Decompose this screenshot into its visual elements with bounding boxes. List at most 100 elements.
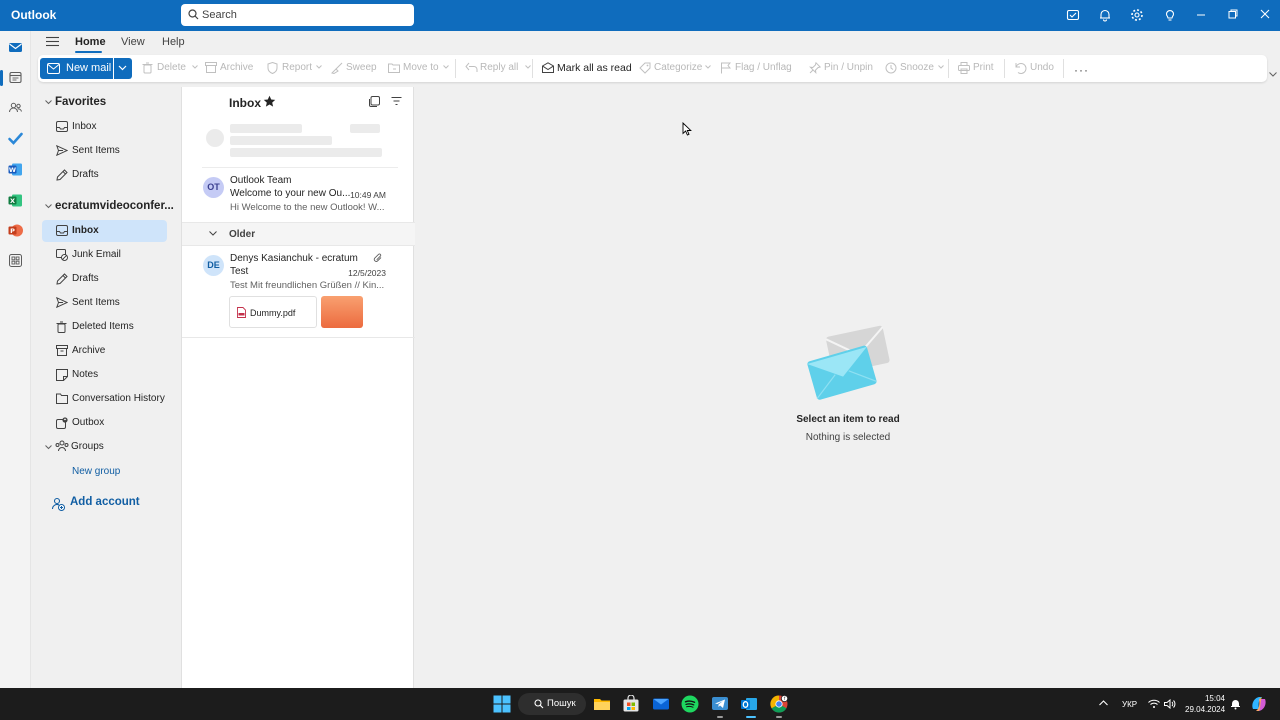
todo-icon[interactable] [7,130,24,147]
outlook-taskbar-icon[interactable] [740,695,758,713]
new-mail-button[interactable]: New mail [40,58,113,79]
sweep-label: Sweep [346,62,377,73]
spotify-icon[interactable] [681,695,699,713]
folder-pane: Favorites Inbox Sent Items Drafts ecratu… [31,87,180,688]
folder-label: Archive [72,345,106,356]
reply-all-button[interactable]: Reply all [465,61,531,77]
taskbar-clock[interactable]: 15:04 29.04.2024 [1185,693,1225,715]
tab-home[interactable]: Home [75,36,106,48]
outbox-icon [56,417,68,429]
chrome-icon[interactable]: f [770,695,788,713]
mail-read-icon [542,62,554,73]
envelopes-illustration [805,323,891,403]
folder-deleted-items[interactable]: Deleted Items [42,316,167,338]
undo-button[interactable]: Undo [1015,61,1055,77]
excel-icon[interactable]: X [7,192,24,209]
keyboard-language[interactable]: УКР [1122,700,1137,709]
gear-icon[interactable] [1130,8,1146,24]
tab-underline [75,51,102,53]
copilot-icon[interactable] [1250,695,1268,713]
archive-button[interactable]: Archive [205,61,257,77]
mark-all-read-button[interactable]: Mark all as read [542,61,632,77]
bell-icon[interactable] [1098,8,1114,24]
my-day-icon[interactable] [1066,8,1082,24]
toolbar-separator [532,59,533,78]
favorite-sent-items[interactable]: Sent Items [42,140,167,162]
restore-icon[interactable] [1227,8,1243,24]
store-icon[interactable] [622,695,640,713]
favorite-drafts[interactable]: Drafts [42,164,167,186]
delete-label: Delete [157,62,186,73]
more-options-button[interactable]: ··· [1074,63,1089,77]
folder-junk-email[interactable]: Junk Email [42,244,167,266]
message-subject: Test [230,266,249,277]
filter-icon[interactable] [391,96,402,106]
avatar: OT [203,177,224,198]
pdf-icon [237,307,246,318]
mail-app-icon[interactable] [652,695,670,713]
folder-conversation-history[interactable]: Conversation History [42,388,167,410]
folder-notes[interactable]: Notes [42,364,167,386]
attachment-card[interactable]: Dummy.pdf [229,296,317,328]
telegram-icon[interactable] [711,695,729,713]
folder-label: Inbox [72,225,99,236]
older-group-header[interactable]: Older [182,222,415,246]
image-attachment-thumbnail[interactable] [321,296,363,328]
report-button[interactable]: Report [267,61,323,77]
powerpoint-icon[interactable]: P [7,222,24,239]
send-icon [56,297,68,308]
message-list: Inbox OT Outlook Team Welcome to your ne… [181,87,415,688]
pin-button[interactable]: Pin / Unpin [809,61,873,77]
app-title: Outlook [11,8,57,22]
windows-start-icon[interactable] [493,695,511,713]
folder-label: Drafts [72,273,99,284]
select-mode-icon[interactable] [369,96,380,107]
skeleton-line [350,124,380,133]
svg-text:P: P [10,227,15,235]
calendar-icon[interactable] [7,69,24,86]
taskbar-search[interactable]: Пошук [518,693,586,715]
snooze-button[interactable]: Snooze [885,61,945,77]
categorize-button[interactable]: Categorize [639,61,711,77]
folder-archive[interactable]: Archive [42,340,167,362]
people-icon[interactable] [7,99,24,116]
close-icon[interactable] [1259,8,1275,24]
tag-icon [639,62,651,74]
tab-help[interactable]: Help [162,36,185,48]
wifi-icon[interactable] [1148,699,1160,709]
folder-inbox[interactable]: Inbox [42,220,167,242]
folder-sent-items[interactable]: Sent Items [42,292,167,314]
search-input[interactable]: Search [181,4,414,26]
star-icon[interactable] [263,95,276,108]
tab-view[interactable]: View [121,36,145,48]
reading-pane: Select an item to read Nothing is select… [415,87,1267,688]
apps-icon[interactable] [7,252,24,269]
folder-drafts[interactable]: Drafts [42,268,167,290]
chevron-up-icon[interactable] [1099,700,1108,706]
ribbon-collapse-icon[interactable] [1269,72,1277,77]
favorite-inbox[interactable]: Inbox [42,116,167,138]
flag-button[interactable]: Flag / Unflag [720,61,800,77]
notification-bell-icon[interactable] [1230,698,1241,710]
minimize-icon[interactable] [1195,8,1211,24]
file-explorer-icon[interactable] [593,695,611,713]
send-icon [56,145,68,156]
print-button[interactable]: Print [958,61,998,77]
new-mail-dropdown[interactable] [114,58,132,79]
word-icon[interactable]: W [7,161,24,178]
message-row[interactable]: OT Outlook Team Welcome to your new Ou..… [182,171,415,221]
hamburger-icon[interactable] [46,36,59,47]
lightbulb-icon[interactable] [1163,8,1179,24]
flag-icon [720,62,731,74]
folder-label: Outbox [72,417,105,428]
folder-outbox[interactable]: Outbox [42,412,167,434]
sweep-button[interactable]: Sweep [331,61,381,77]
new-group-link[interactable]: New group [72,466,120,477]
move-to-button[interactable]: Move to [388,61,450,77]
mail-icon[interactable] [7,39,24,56]
delete-button[interactable]: Delete [142,61,198,77]
running-indicator [776,716,782,718]
message-list-header: Inbox [182,87,415,117]
message-list-title: Inbox [229,96,261,110]
volume-icon[interactable] [1164,699,1176,709]
